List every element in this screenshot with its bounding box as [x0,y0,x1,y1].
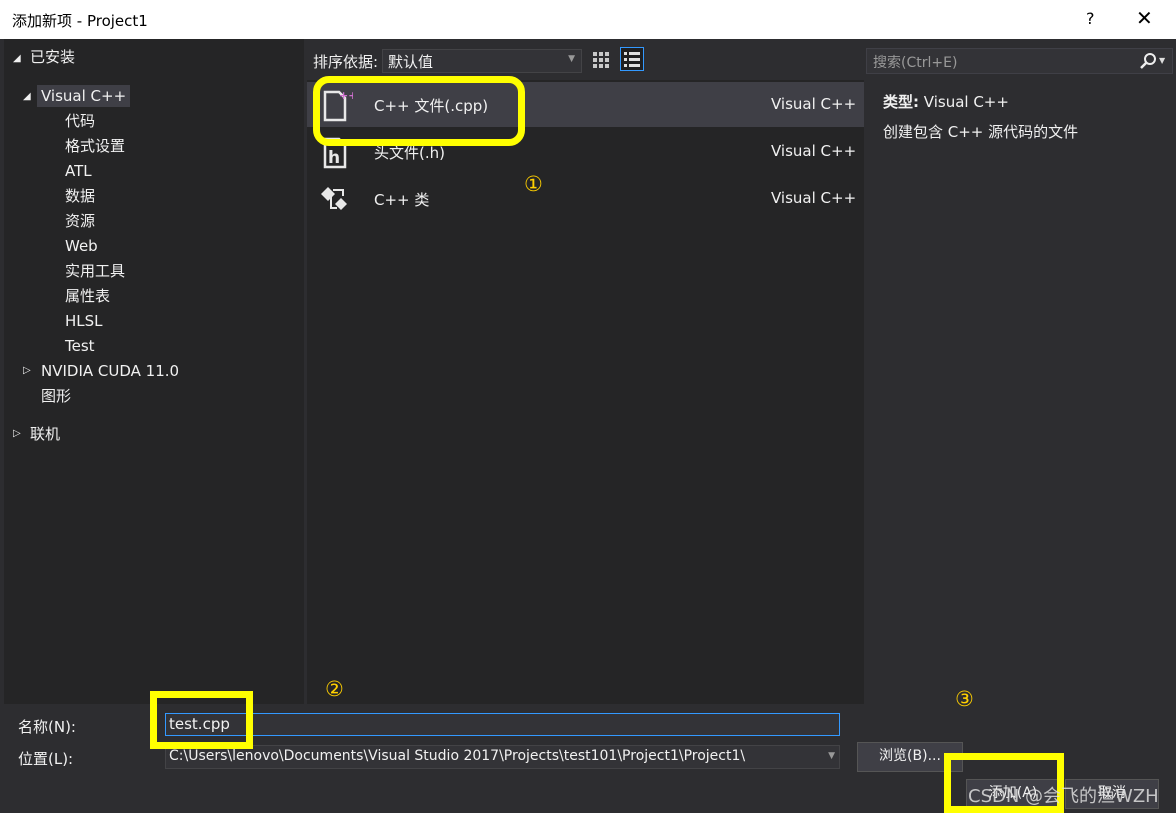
window-title: 添加新项 - Project1 [12,12,148,30]
tree-item-hlsl[interactable]: HLSL [65,310,103,332]
details-pane: 类型: Visual C++ 创建包含 C++ 源代码的文件 [867,80,1176,704]
location-label: 位置(L): [18,750,74,768]
collapsed-arrow-icon[interactable]: ▷ [23,365,31,376]
highlight-cpp-file [313,76,525,146]
template-type: 类型: Visual C++ [883,91,1009,112]
step-marker-2: ② [325,677,344,701]
tree-item-installed[interactable]: 已安装 [30,46,75,68]
chevron-down-icon: ▼ [568,54,575,64]
tree-item-formatting[interactable]: 格式设置 [65,135,125,157]
location-dropdown[interactable]: C:\Users\lenovo\Documents\Visual Studio … [165,745,840,769]
svg-text:h: h [328,148,340,168]
tree-item-graphics[interactable]: 图形 [41,385,71,407]
tree-item-test[interactable]: Test [65,335,95,357]
search-box[interactable]: 搜索(Ctrl+E) ▼ [866,48,1173,74]
tree-item-data[interactable]: 数据 [65,185,95,207]
tree-item-web[interactable]: Web [65,235,98,257]
expanded-arrow-icon[interactable]: ◢ [23,91,31,102]
list-view-icon [624,52,640,67]
step-marker-1: ① [524,172,543,196]
expanded-arrow-icon[interactable]: ◢ [13,53,21,64]
title-bar: 添加新项 - Project1 ? ✕ [0,0,1176,39]
collapsed-arrow-icon[interactable]: ▷ [13,428,21,439]
help-button[interactable]: ? [1086,9,1095,28]
tree-item-online[interactable]: 联机 [30,423,60,445]
close-button[interactable]: ✕ [1136,6,1153,30]
tree-item-resource[interactable]: 资源 [65,210,95,232]
list-view-button[interactable] [620,47,644,71]
template-language: Visual C++ [771,95,857,113]
sort-dropdown[interactable]: 默认值 ▼ [382,49,582,73]
template-language: Visual C++ [771,142,857,160]
search-options-chevron-icon[interactable]: ▼ [1159,56,1165,65]
cpp-class-icon [321,187,347,210]
template-description: 创建包含 C++ 源代码的文件 [883,123,1079,141]
watermark: CSDN @会飞的渔WZH [968,786,1159,807]
step-marker-3: ③ [955,687,974,711]
tree-item-visual-cpp[interactable]: Visual C++ [37,85,131,107]
small-icons-view-button[interactable] [590,49,612,71]
search-placeholder: 搜索(Ctrl+E) [873,55,958,71]
grid-view-icon [593,52,609,68]
name-input[interactable]: test.cpp [165,713,840,736]
template-row-cpp-class[interactable]: C++ 类 Visual C++ [307,176,864,221]
sort-label: 排序依据: [313,53,379,71]
chevron-down-icon: ▼ [828,751,835,761]
highlight-name-field [150,691,253,749]
sort-value: 默认值 [388,53,434,71]
tree-item-nvidia-cuda[interactable]: NVIDIA CUDA 11.0 [41,360,179,382]
category-tree: ◢ 已安装 ◢ Visual C++ 代码 格式设置 ATL 数据 资源 Web… [4,39,304,704]
template-list: ++ C++ 文件(.cpp) Visual C++ h 头文件(.h) Vis… [307,80,864,704]
template-language: Visual C++ [771,189,857,207]
type-value: Visual C++ [923,93,1009,111]
tree-item-property-sheet[interactable]: 属性表 [65,285,110,307]
location-value: C:\Users\lenovo\Documents\Visual Studio … [169,748,746,764]
type-label: 类型: [883,93,919,111]
tree-item-code[interactable]: 代码 [65,110,95,132]
search-icon[interactable] [1139,52,1157,70]
tree-item-utility[interactable]: 实用工具 [65,260,125,282]
template-name: C++ 类 [374,191,430,209]
name-label: 名称(N): [18,718,76,736]
tree-item-atl[interactable]: ATL [65,160,92,182]
